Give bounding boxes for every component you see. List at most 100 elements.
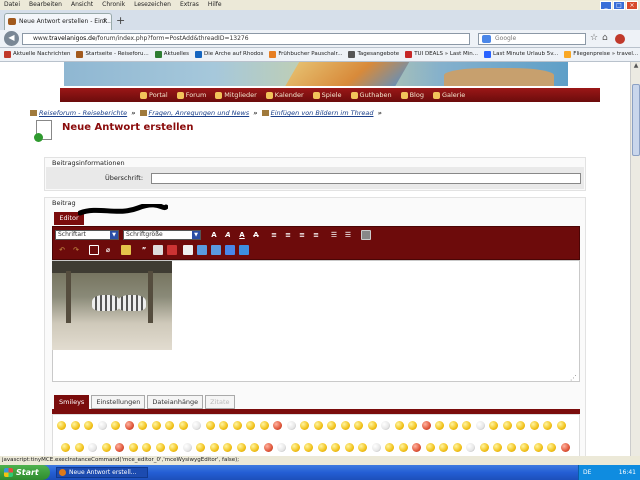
bookmark-item[interactable]: Die Arche auf Rhodos — [195, 48, 263, 61]
nav-credits[interactable]: Guthaben — [350, 91, 392, 99]
scrollbar[interactable]: ▲ ▼ — [630, 62, 640, 464]
table-delete-icon[interactable] — [225, 245, 235, 255]
menu-view[interactable]: Ansicht — [71, 0, 93, 10]
smiley-icon[interactable] — [115, 443, 124, 452]
smiley-icon[interactable] — [462, 421, 471, 430]
menu-help[interactable]: Hilfe — [208, 0, 222, 10]
bookmark-item[interactable]: Aktuelle Nachrichten — [4, 48, 70, 61]
smiley-icon[interactable] — [425, 443, 435, 452]
smiley-icon[interactable] — [151, 421, 161, 430]
smiley-icon[interactable] — [313, 421, 323, 430]
smiley-icon[interactable] — [547, 443, 556, 452]
smiley-icon[interactable] — [205, 421, 215, 430]
smiley-icon[interactable] — [111, 421, 120, 430]
smiley-icon[interactable] — [259, 421, 269, 430]
image-icon[interactable] — [121, 245, 131, 255]
nav-members[interactable]: Mitglieder — [215, 91, 257, 99]
smiley-icon[interactable] — [246, 421, 255, 430]
minimize-icon[interactable]: _ — [600, 1, 612, 10]
undo-icon[interactable]: ↶ — [57, 245, 67, 255]
table-icon[interactable] — [183, 245, 193, 255]
bold-icon[interactable]: A — [209, 230, 219, 240]
source-code-icon[interactable] — [361, 230, 371, 240]
italic-icon[interactable]: A — [223, 230, 233, 240]
resize-handle-icon[interactable]: ⋰ — [570, 374, 577, 382]
smiley-icon[interactable] — [358, 443, 367, 452]
smiley-icon[interactable] — [327, 421, 336, 430]
smiley-icon[interactable] — [57, 421, 66, 430]
tab-attachments[interactable]: Dateianhänge — [147, 395, 204, 409]
smiley-icon[interactable] — [277, 443, 286, 452]
nav-gallery[interactable]: Galerie — [432, 91, 465, 99]
smiley-icon[interactable] — [385, 443, 394, 452]
breadcrumb-item[interactable]: Fragen, Anregungen und News — [149, 109, 250, 117]
bookmark-item[interactable]: Frühbucher Pauschalr... — [269, 48, 342, 61]
smiley-icon[interactable] — [232, 421, 242, 430]
smiley-icon[interactable] — [290, 443, 300, 452]
smiley-icon[interactable] — [169, 443, 178, 452]
tab-smileys[interactable]: Smileys — [54, 395, 90, 409]
smiley-icon[interactable] — [300, 421, 309, 430]
smiley-icon[interactable] — [236, 443, 246, 452]
smiley-icon[interactable] — [412, 443, 421, 452]
bookmark-item[interactable]: Startseite - Reiseforu... — [76, 48, 149, 61]
smiley-icon[interactable] — [479, 443, 489, 452]
smiley-icon[interactable] — [371, 443, 381, 452]
smiley-icon[interactable] — [124, 421, 134, 430]
align-left-icon[interactable]: ≡ — [269, 230, 279, 240]
back-arrow-icon[interactable]: ◀ — [4, 31, 19, 46]
smiley-icon[interactable] — [529, 421, 539, 430]
table-props-icon[interactable] — [239, 245, 249, 255]
smiley-icon[interactable] — [344, 443, 354, 452]
smiley-icon[interactable] — [408, 421, 417, 430]
smiley-icon[interactable] — [263, 443, 273, 452]
smiley-icon[interactable] — [223, 443, 232, 452]
smiley-icon[interactable] — [452, 443, 462, 452]
tab-settings[interactable]: Einstellungen — [91, 395, 146, 409]
menu-history[interactable]: Chronik — [102, 0, 125, 10]
url-bar[interactable]: www.travelanigos.de/forum/index.php?form… — [22, 33, 470, 45]
smiley-icon[interactable] — [398, 443, 408, 452]
smiley-icon[interactable] — [516, 421, 525, 430]
redo-icon[interactable]: ↷ — [71, 245, 81, 255]
maximize-icon[interactable]: □ — [613, 1, 625, 10]
smiley-icon[interactable] — [155, 443, 165, 452]
addon-icon[interactable] — [615, 34, 625, 44]
smiley-icon[interactable] — [493, 443, 502, 452]
close-window-icon[interactable]: × — [626, 1, 638, 10]
smiley-icon[interactable] — [273, 421, 282, 430]
smiley-icon[interactable] — [88, 443, 97, 452]
nav-calendar[interactable]: Kalender — [265, 91, 304, 99]
smiley-icon[interactable] — [101, 443, 111, 452]
smiley-icon[interactable] — [560, 443, 570, 452]
smiley-icon[interactable] — [192, 421, 201, 430]
smiley-icon[interactable] — [286, 421, 296, 430]
smiley-icon[interactable] — [331, 443, 340, 452]
smiley-icon[interactable] — [209, 443, 219, 452]
smiley-icon[interactable] — [502, 421, 512, 430]
nav-forum[interactable]: Forum — [176, 91, 206, 99]
align-right-icon[interactable]: ≡ — [297, 230, 307, 240]
menu-bookmarks[interactable]: Lesezeichen — [134, 0, 171, 10]
breadcrumb-item[interactable]: Reiseforum - Reiseberichte — [39, 109, 127, 117]
quote-icon[interactable]: ” — [139, 245, 149, 255]
language-indicator[interactable]: DE — [583, 469, 591, 476]
smiley-icon[interactable] — [74, 443, 84, 452]
smiley-icon[interactable] — [250, 443, 259, 452]
smiley-icon[interactable] — [138, 421, 147, 430]
align-center-icon[interactable]: ≡ — [283, 230, 293, 240]
smiley-icon[interactable] — [435, 421, 444, 430]
bookmark-item[interactable]: Tagesangebote — [348, 48, 399, 61]
nav-games[interactable]: Spiele — [312, 91, 342, 99]
smiley-icon[interactable] — [489, 421, 498, 430]
align-justify-icon[interactable]: ≡ — [311, 230, 321, 240]
smiley-icon[interactable] — [354, 421, 363, 430]
taskbar-item[interactable]: Neue Antwort erstell... — [56, 467, 148, 478]
menu-edit[interactable]: Bearbeiten — [29, 0, 62, 10]
heading-input[interactable] — [151, 173, 581, 184]
close-tab-icon[interactable]: × — [102, 14, 108, 29]
smiley-icon[interactable] — [61, 443, 70, 452]
smiley-icon[interactable] — [142, 443, 151, 452]
unlink-icon[interactable]: ⌀ — [103, 245, 113, 255]
smiley-icon[interactable] — [543, 421, 552, 430]
